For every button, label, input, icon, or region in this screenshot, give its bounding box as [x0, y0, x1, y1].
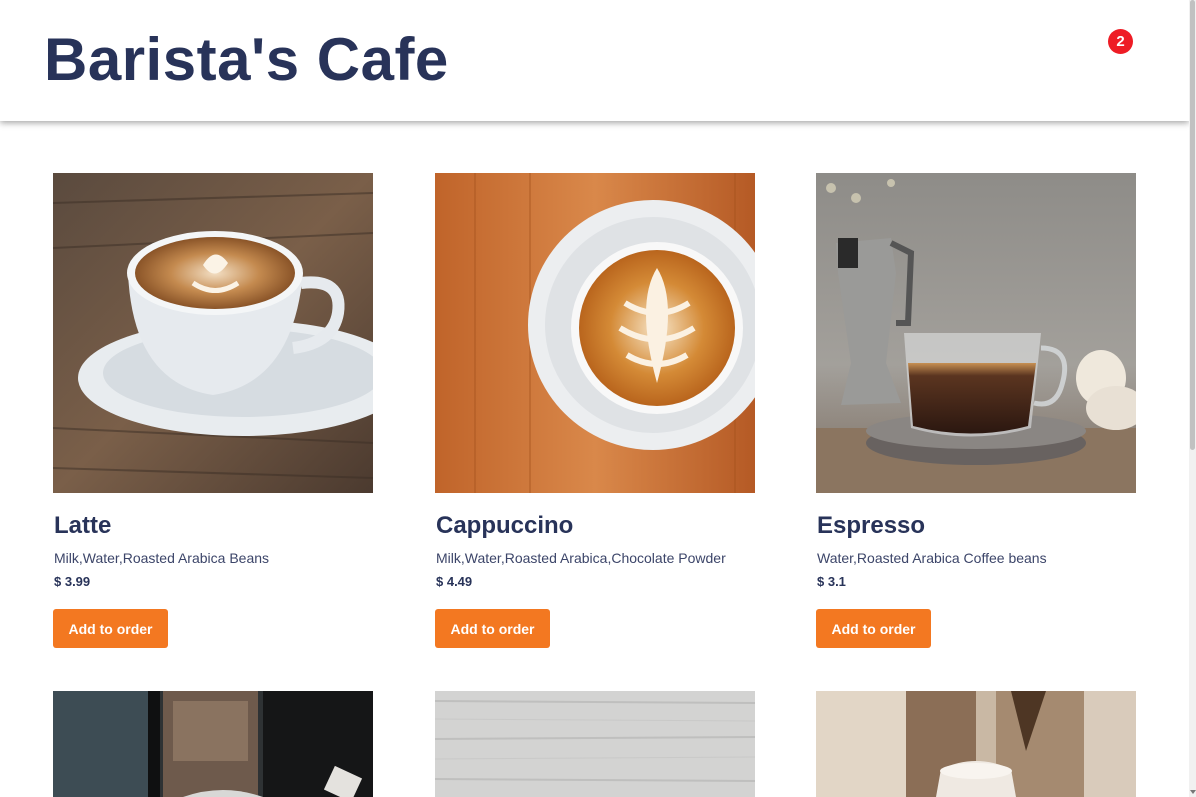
- product-ingredients: Milk,Water,Roasted Arabica Beans: [54, 550, 270, 566]
- product-name: Latte: [54, 512, 112, 539]
- espresso-image: [816, 173, 1136, 493]
- grey-wood-image: [435, 691, 755, 797]
- iced-coffee-image: [816, 691, 1136, 797]
- add-to-order-button[interactable]: Add to order: [53, 609, 168, 648]
- product-name: Cappuccino: [436, 512, 574, 539]
- scrollbar-thumb[interactable]: [1190, 0, 1195, 450]
- cart-count-badge: 2: [1108, 29, 1133, 54]
- product-card-cappuccino: Cappuccino Milk,Water,Roasted Arabica,Ch…: [435, 173, 755, 648]
- product-card-partial-1: [53, 691, 373, 797]
- product-card-partial-2: [435, 691, 755, 797]
- dark-cafe-image: [53, 691, 373, 797]
- product-price: $ 3.1: [817, 574, 846, 589]
- product-price: $ 3.99: [54, 574, 91, 589]
- site-title: Barista's Cafe: [44, 26, 449, 93]
- latte-image: [53, 173, 373, 493]
- cappuccino-image: [435, 173, 755, 493]
- scroll-down-arrow-icon[interactable]: [1189, 786, 1196, 797]
- add-to-order-button[interactable]: Add to order: [816, 609, 931, 648]
- product-price: $ 4.49: [436, 574, 473, 589]
- product-name: Espresso: [817, 512, 926, 539]
- add-to-order-button[interactable]: Add to order: [435, 609, 550, 648]
- product-card-espresso: Espresso Water,Roasted Arabica Coffee be…: [816, 173, 1136, 648]
- product-ingredients: Water,Roasted Arabica Coffee beans: [817, 550, 1047, 566]
- site-header: Barista's Cafe: [0, 0, 1189, 121]
- product-card-latte: Latte Milk,Water,Roasted Arabica Beans $…: [53, 173, 373, 648]
- product-ingredients: Milk,Water,Roasted Arabica,Chocolate Pow…: [436, 550, 726, 566]
- product-card-partial-3: [816, 691, 1136, 797]
- vertical-scrollbar[interactable]: [1189, 0, 1196, 797]
